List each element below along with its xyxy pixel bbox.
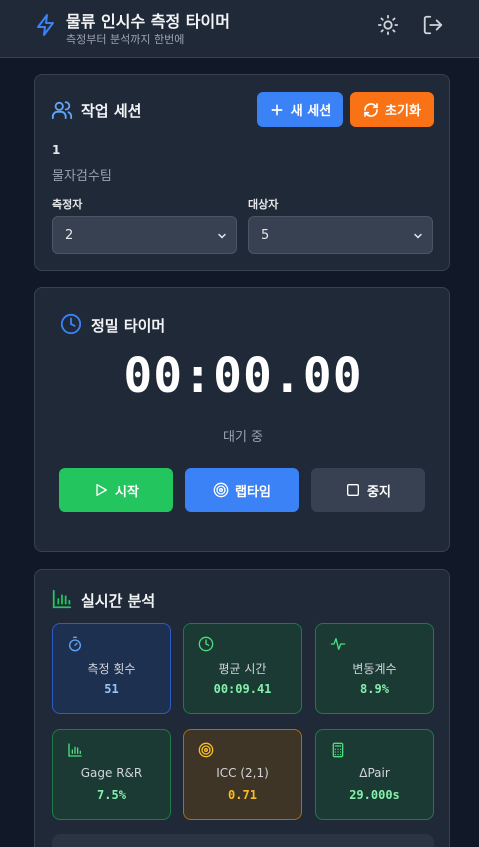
- chart-panel: [52, 834, 434, 847]
- stat-card-delta-pair: ΔPair 29.000s: [315, 729, 434, 820]
- timer-status: 대기 중: [222, 430, 263, 445]
- logout-icon[interactable]: [422, 14, 444, 36]
- clock-icon: [198, 636, 214, 652]
- bar-chart-icon: [68, 743, 82, 757]
- stat-label: 측정 횟수: [87, 662, 136, 676]
- stat-card-gage: Gage R&R 7.5%: [52, 729, 171, 820]
- analysis-card: 실시간 분석 측정 횟수 51 평균 시간 00:09.41 변동계수 8.9%…: [34, 569, 450, 847]
- reset-label: 초기화: [385, 104, 421, 119]
- bolt-icon: [37, 14, 54, 36]
- session-title: 작업 세션: [81, 102, 142, 120]
- session-card: 작업 세션 새 세션 초기화 1 물자검수팀 측정자 대상자 2 5: [34, 74, 450, 271]
- square-icon: [347, 484, 360, 496]
- chevron-down-icon: [218, 233, 226, 239]
- stop-button[interactable]: 중지: [311, 468, 425, 512]
- measurer-label: 측정자: [52, 198, 83, 211]
- measurer-select[interactable]: 2: [52, 216, 237, 254]
- timer-display: 00:00.00: [123, 348, 363, 404]
- stat-label: Gage R&R: [80, 766, 143, 780]
- analysis-title: 실시간 분석: [81, 592, 156, 610]
- timer-title: 정밀 타이머: [91, 317, 166, 335]
- activity-icon: [330, 638, 346, 650]
- stat-card-average: 평균 시간 00:09.41: [183, 623, 302, 714]
- subject-select[interactable]: 5: [248, 216, 433, 254]
- app-header: 물류 인시수 측정 타이머 측정부터 분석까지 한번에: [0, 0, 479, 58]
- users-icon: [51, 101, 73, 120]
- stat-label: ΔPair: [359, 766, 390, 780]
- stat-value: 00:09.41: [213, 682, 272, 696]
- measurer-value: 2: [65, 227, 74, 243]
- stat-value: 0.71: [228, 788, 257, 802]
- new-session-label: 새 세션: [290, 104, 332, 119]
- stat-card-count: 측정 횟수 51: [52, 623, 171, 714]
- start-label: 시작: [115, 484, 139, 500]
- session-number: 1: [52, 143, 61, 157]
- bar-chart-icon: [52, 589, 72, 609]
- stat-label: 평균 시간: [218, 662, 267, 676]
- stat-label: 변동계수: [352, 662, 397, 676]
- sun-icon[interactable]: [377, 14, 399, 36]
- stat-value: 7.5%: [97, 788, 126, 802]
- stat-value: 51: [104, 682, 119, 696]
- subject-value: 5: [261, 227, 270, 243]
- lap-button[interactable]: 랩타임: [185, 468, 299, 512]
- refresh-icon: [364, 102, 378, 117]
- subject-label: 대상자: [248, 198, 279, 211]
- session-team: 물자검수팀: [52, 169, 112, 184]
- new-session-button[interactable]: 새 세션: [257, 92, 343, 127]
- stat-value: 8.9%: [360, 682, 389, 696]
- app-subtitle: 측정부터 분석까지 한번에: [66, 33, 185, 46]
- stat-card-cv: 변동계수 8.9%: [315, 623, 434, 714]
- calculator-icon: [332, 742, 344, 758]
- stop-label: 중지: [367, 484, 391, 500]
- reset-button[interactable]: 초기화: [350, 92, 434, 127]
- target-icon: [198, 742, 214, 758]
- stat-value: 29.000s: [349, 788, 400, 802]
- plus-icon: [271, 104, 283, 115]
- stat-label: ICC (2,1): [216, 766, 269, 780]
- play-icon: [96, 484, 108, 496]
- start-button[interactable]: 시작: [59, 468, 173, 512]
- chevron-down-icon: [414, 233, 422, 239]
- stat-card-icc: ICC (2,1) 0.71: [183, 729, 302, 820]
- stopwatch-icon: [69, 636, 81, 652]
- timer-card: 정밀 타이머 00:00.00 대기 중 시작 랩타임 중지: [34, 287, 450, 552]
- lap-label: 랩타임: [235, 484, 271, 500]
- target-icon: [213, 482, 229, 498]
- clock-icon: [60, 313, 82, 335]
- app-title: 물류 인시수 측정 타이머: [66, 12, 230, 31]
